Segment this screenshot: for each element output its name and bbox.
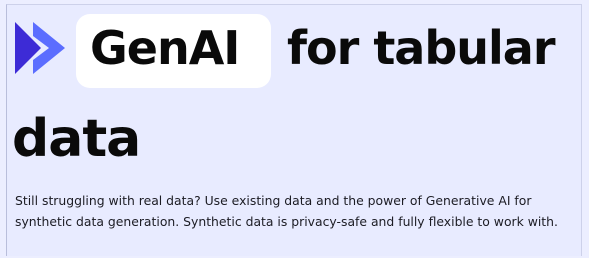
hero-title-line2: data <box>12 109 141 169</box>
hero-title: for tabular <box>287 21 556 75</box>
double-chevron-right-icon <box>15 22 65 74</box>
hero-description: Still struggling with real data? Use exi… <box>15 193 558 229</box>
hero-highlight-word: GenAI <box>90 21 240 75</box>
